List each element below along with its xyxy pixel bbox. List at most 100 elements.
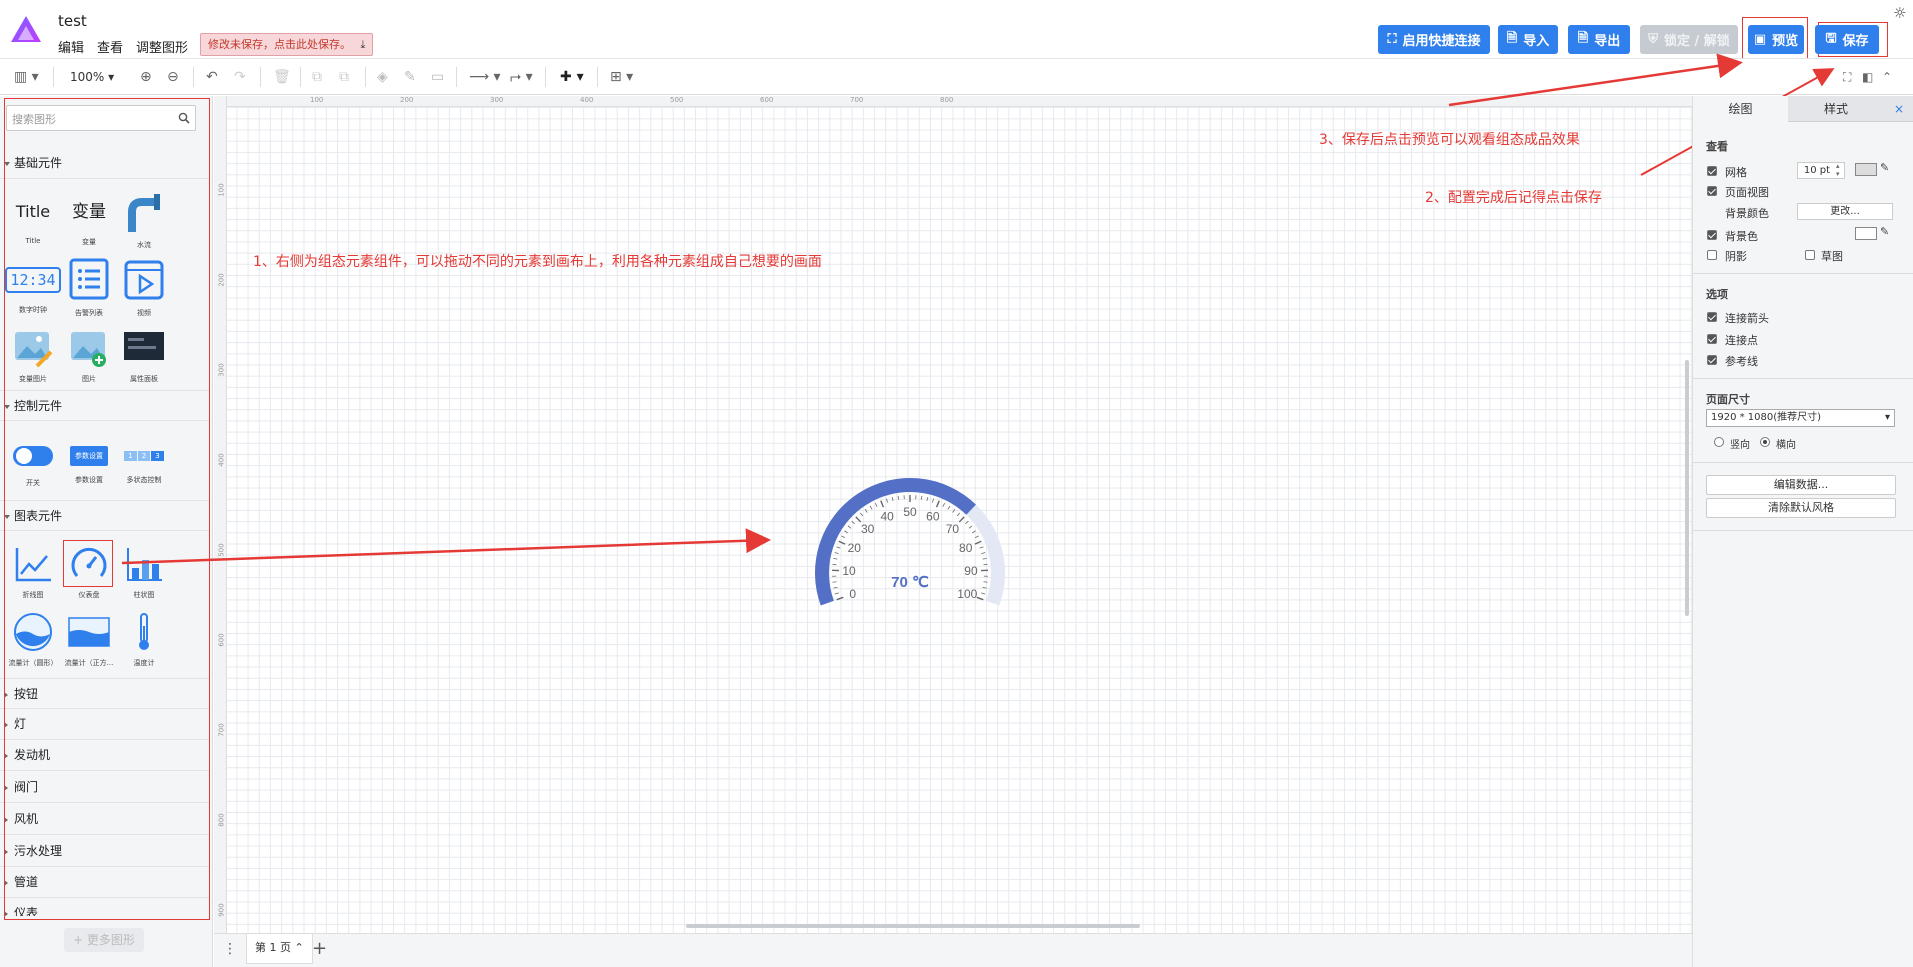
to-front-icon[interactable]: ⧉ [312,68,322,86]
annotation-2: 2、配置完成后记得点击保存 [1425,190,1602,206]
gauge-tick [935,500,940,508]
gauge-tick [844,530,849,534]
gauge-tick [874,502,878,507]
unsaved-notice-text: 修改未保存，点击此处保存。 [208,38,351,51]
format-panel-icon[interactable]: ◧ [1862,68,1873,86]
gauge-tick [942,502,946,507]
export-label: 导出 [1594,34,1621,49]
more-shapes-button[interactable]: + 更多图形 [64,928,144,952]
gauge-tick [956,512,961,517]
panel-divider [1693,273,1913,274]
tab-style[interactable]: 样式 [1788,96,1884,122]
toolbar: ▥ ▾ 100% ▾ ⊕ ⊖ ↶ ↷ 🗑 ⧉ ⧉ ◈ ✎ ▭ ⟶ ▾ ⮣ ▾ ✚… [0,58,1913,95]
page-tab-1[interactable]: 第 1 页 ⌃ [246,934,313,964]
zoom-out-icon[interactable]: ⊖ [167,68,179,86]
app-root: test 编辑 查看 调整图形 修改未保存，点击此处保存。 ⤓ ⛶ 启用快捷连接 … [0,0,1913,967]
portrait-radio[interactable] [1714,437,1724,447]
sketch-checkbox[interactable] [1805,250,1815,260]
page-view-checkbox[interactable] [1707,186,1717,196]
zoom-in-icon[interactable]: ⊕ [140,68,152,86]
collapse-icon[interactable]: ⌃ [1882,68,1892,86]
gauge-tick [864,509,868,513]
app-logo [11,16,41,42]
ruler-label: 800 [940,96,954,104]
shape-panel-highlight [4,98,210,920]
menu-view[interactable]: 查看 [97,37,123,56]
gauge-tick [851,520,855,525]
connection-style-icon[interactable]: ⟶ ▾ [469,68,501,86]
gauge-tick [833,586,838,589]
change-background-button[interactable]: 更改... [1797,203,1893,220]
fullscreen-icon[interactable]: ⛶ [1843,68,1851,86]
background-label: 背景色 [1725,230,1758,243]
to-back-icon[interactable]: ⧉ [339,68,349,86]
background-checkbox[interactable] [1707,230,1717,240]
add-page-icon[interactable]: + [312,938,327,959]
save-label: 保存 [1842,34,1869,49]
quick-connect-button[interactable]: ⛶ 启用快捷连接 [1378,25,1490,54]
background-color-swatch[interactable] [1855,227,1877,240]
shadow-checkbox[interactable] [1707,250,1717,260]
document-title[interactable]: test [58,12,87,30]
shadow-icon[interactable]: ▭ [431,68,444,86]
toolbar-divider [193,67,194,87]
toolbar-divider [260,67,261,87]
delete-icon[interactable]: 🗑 [273,68,291,86]
background-pencil-icon[interactable]: ✎ [1880,225,1889,238]
theme-sun-icon[interactable]: ☼ [1893,4,1906,22]
page-view-label: 页面视图 [1725,186,1769,199]
download-icon: ⤓ [360,38,366,51]
lock-button[interactable]: ⛨ 锁定 / 解锁 [1640,25,1738,54]
ruler-label: 200 [400,96,414,104]
zoom-select[interactable]: 100% ▾ [70,68,114,86]
line-color-icon[interactable]: ✎ [404,68,416,86]
gauge-tick [836,596,844,601]
gauge-tick-label: 10 [842,564,856,578]
unsaved-notice[interactable]: 修改未保存，点击此处保存。 ⤓ [200,33,374,56]
ruler-label: 400 [580,96,594,104]
undo-icon[interactable]: ↶ [206,68,218,86]
clear-style-button[interactable]: 清除默认风格 [1706,498,1896,518]
tab-diagram[interactable]: 绘图 [1693,96,1788,122]
gauge-tick [965,520,969,525]
menu-arrange[interactable]: 调整图形 [136,37,188,56]
sidebar-toggle-icon[interactable]: ▥ ▾ [14,68,39,86]
ruler-label: 800 [217,813,226,827]
page-size-select[interactable]: 1920 * 1080(推荐尺寸) ▾ [1706,409,1895,427]
toolbar-divider [545,67,546,87]
gauge-tick [855,516,862,523]
gauge-tick [836,546,841,549]
close-panel-icon[interactable]: × [1884,96,1913,122]
toolbar-divider [456,67,457,87]
vertical-scrollbar[interactable] [1685,360,1689,616]
grid-checkbox[interactable] [1707,166,1717,176]
table-icon[interactable]: ⊞ ▾ [610,68,633,86]
gauge-tick [958,516,965,523]
gauge-widget[interactable]: 0 10 20 30 40 50 60 70 80 90 100 70 ℃ [780,455,1040,635]
landscape-radio[interactable] [1760,437,1770,447]
guides-checkbox[interactable] [1707,355,1717,365]
grid-color-pencil-icon[interactable]: ✎ [1880,161,1889,174]
edit-data-button[interactable]: 编辑数据... [1706,475,1896,495]
connect-arrows-checkbox[interactable] [1707,312,1717,322]
export-button[interactable]: 🗎 导出 [1568,25,1630,54]
page-tab-label: 第 1 页 [255,941,291,954]
menu-edit[interactable]: 编辑 [58,37,84,56]
insert-icon[interactable]: ✚ ▾ [560,68,584,86]
save-button[interactable]: 🖫 保存 [1815,25,1879,54]
fill-color-icon[interactable]: ◈ [377,68,388,86]
page-menu-icon[interactable]: ⋮ [223,941,237,957]
waypoint-style-icon[interactable]: ⮣ ▾ [510,68,533,86]
toolbar-divider [597,67,598,87]
format-panel: 绘图 样式 × 查看 网格 10 pt ▴ ▾ ✎ 页面视图 背景颜色 更改...… [1692,96,1913,967]
gauge-tick [971,530,976,534]
grid-size-stepper[interactable]: ▴ ▾ [1836,162,1840,178]
horizontal-scrollbar[interactable] [686,924,1140,928]
gauge-tick [834,552,839,554]
grid-color-swatch[interactable] [1855,163,1877,176]
redo-icon[interactable]: ↷ [234,68,246,86]
preview-button[interactable]: ▣ 预览 [1748,25,1804,54]
gauge-tick [859,512,864,517]
connect-points-checkbox[interactable] [1707,334,1717,344]
import-button[interactable]: 🗎 导入 [1498,25,1558,54]
